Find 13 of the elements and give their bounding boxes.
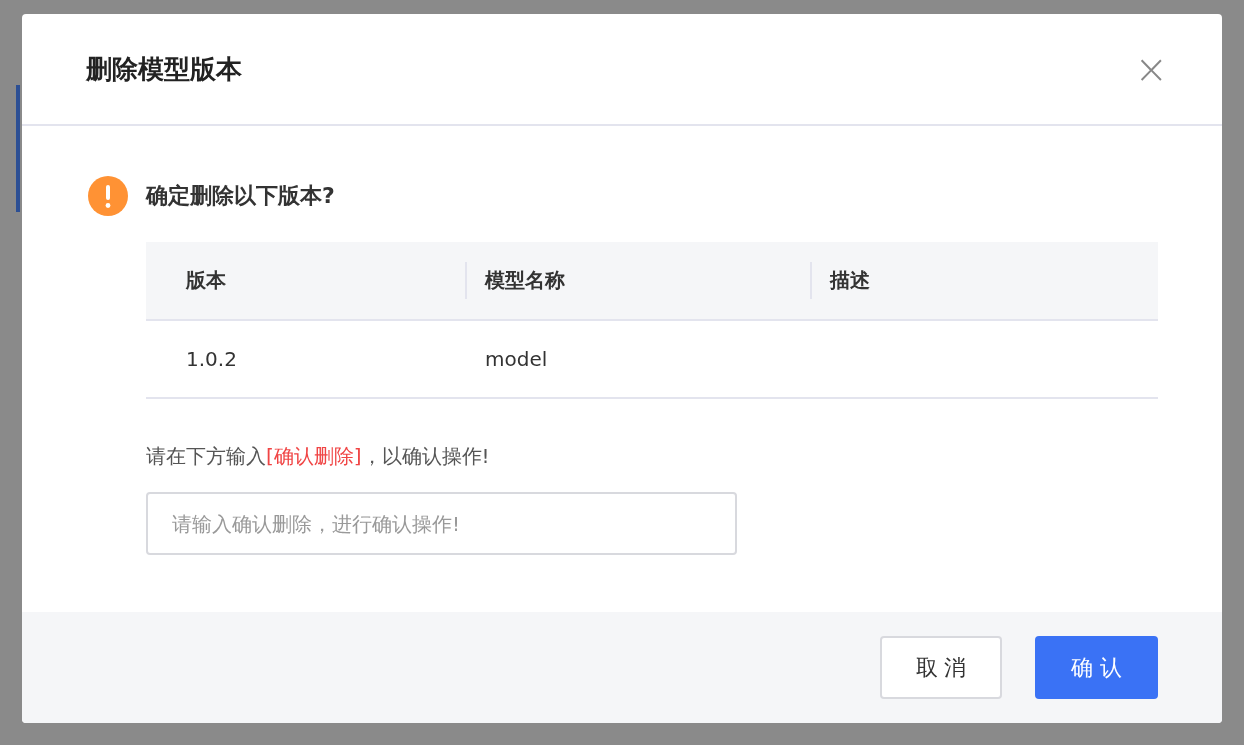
column-header: 模型名称 [485, 267, 565, 294]
column-header: 描述 [830, 267, 870, 294]
table-cell: model [485, 347, 548, 371]
confirm-question: 确定删除以下版本? [146, 182, 335, 210]
warning-icon [88, 176, 128, 216]
close-button[interactable]: × [1126, 49, 1176, 89]
column-header: 版本 [186, 267, 226, 294]
instruction-text: 请在下方输入[确认删除]，以确认操作! [146, 443, 491, 470]
table-cell: 1.0.2 [186, 347, 237, 371]
confirm-input-field[interactable]: 请输入确认删除，进行确认操作! [146, 492, 737, 555]
cancel-button[interactable]: 取 消 [880, 636, 1002, 699]
confirm-button[interactable]: 确 认 [1035, 636, 1158, 699]
dialog-title: 删除模型版本 [86, 52, 242, 86]
